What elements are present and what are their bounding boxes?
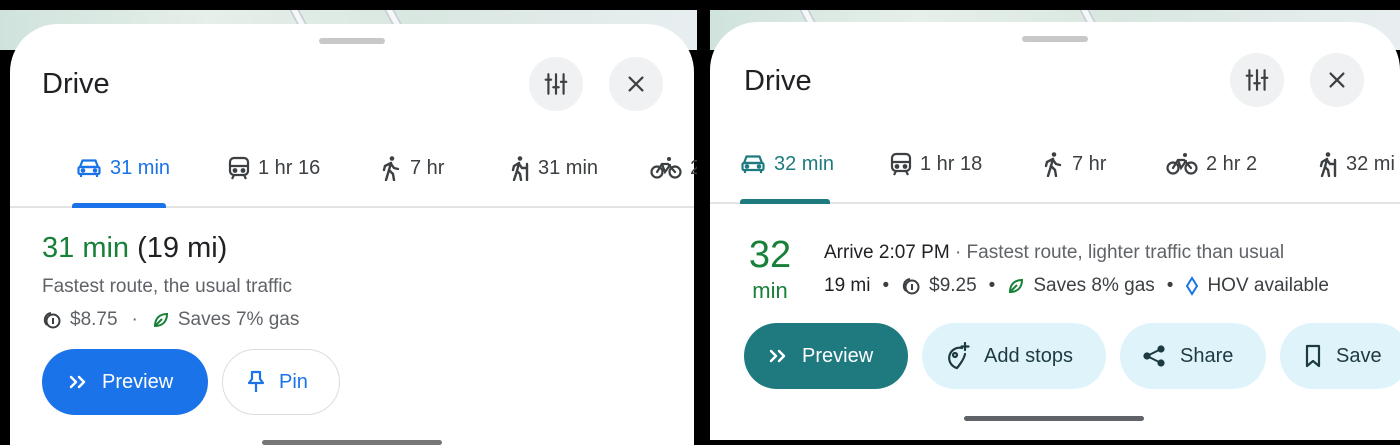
detail-separator: •	[882, 275, 890, 296]
tab-transit-label: 1 hr 18	[920, 152, 983, 175]
gas-savings: Saves 8% gas	[1033, 275, 1155, 296]
train-icon	[890, 152, 912, 176]
tab-transit[interactable]: 1 hr 18	[890, 124, 982, 204]
wheelchair-hiker-icon	[1319, 152, 1337, 177]
gas-savings: Saves 7% gas	[177, 309, 300, 330]
bike-icon	[650, 157, 682, 179]
car-icon	[741, 155, 765, 173]
directions-sheet: Drive 32 min 1 hr 18 7 hr 2 hr 2 32 mi 3…	[710, 22, 1400, 440]
diamond-icon	[1186, 276, 1199, 296]
double-chevron-icon	[69, 375, 86, 389]
duration-value: 32	[748, 234, 792, 276]
close-icon	[628, 76, 644, 92]
save-button[interactable]: Save	[1280, 323, 1400, 389]
toll-icon	[902, 278, 920, 295]
add-stops-label: Add stops	[984, 344, 1073, 367]
tab-bike[interactable]: 2	[650, 128, 697, 208]
leaf-icon	[1009, 278, 1024, 294]
bike-icon	[1166, 153, 1198, 175]
route-options-button[interactable]	[1230, 53, 1284, 107]
toll-price: $8.75	[70, 309, 118, 330]
walk-icon	[1044, 152, 1062, 177]
share-button[interactable]: Share	[1120, 323, 1266, 389]
leaf-icon	[153, 312, 168, 328]
pin-label: Pin	[279, 370, 308, 393]
travel-mode-tabs: 32 min 1 hr 18 7 hr 2 hr 2 32 mi	[710, 124, 1400, 204]
drag-handle[interactable]	[1022, 36, 1088, 42]
wheelchair-hiker-icon	[511, 156, 529, 181]
drag-handle[interactable]	[319, 38, 385, 44]
tab-walk[interactable]: 7 hr	[1042, 124, 1106, 204]
route-options-button[interactable]	[529, 57, 583, 111]
tab-bike-label: 2	[690, 156, 697, 179]
close-button[interactable]	[1310, 53, 1364, 107]
route-distance: (19 mi)	[137, 232, 228, 264]
car-icon	[77, 159, 101, 177]
route-distance: 19 mi	[824, 275, 871, 296]
add-location-icon	[948, 342, 970, 370]
share-icon	[1143, 345, 1165, 367]
selected-tab-indicator	[72, 203, 166, 208]
tab-bike-label: 2 hr 2	[1206, 152, 1258, 175]
tab-accessible-label: 31 min	[538, 156, 599, 179]
left-screen: Drive 31 min 1 hr 16 7 hr 31 min 2 31 mi…	[0, 0, 697, 445]
preview-button[interactable]: Preview	[744, 323, 908, 389]
travel-mode-tabs: 31 min 1 hr 16 7 hr 31 min 2	[10, 128, 697, 208]
preview-label: Preview	[102, 370, 174, 393]
tab-walk-label: 7 hr	[1072, 152, 1107, 175]
tab-transit-label: 1 hr 16	[258, 156, 321, 179]
pin-icon	[247, 370, 265, 392]
tab-drive-label: 31 min	[110, 156, 171, 179]
mode-title: Drive	[42, 68, 110, 100]
route-details: $8.75 · Saves 7% gas	[42, 309, 299, 331]
detail-separator: •	[1166, 275, 1174, 296]
toll-icon	[43, 312, 61, 329]
close-button[interactable]	[609, 57, 663, 111]
detail-separator: ·	[131, 309, 138, 330]
tab-bike[interactable]: 2 hr 2	[1166, 124, 1257, 204]
tab-drive[interactable]: 32 min	[740, 124, 834, 204]
route-description: · Fastest route, lighter traffic than us…	[954, 242, 1285, 263]
close-icon	[1329, 72, 1345, 88]
toll-price: $9.25	[929, 275, 977, 296]
selected-tab-indicator	[740, 199, 830, 204]
double-chevron-icon	[769, 349, 786, 363]
train-icon	[228, 156, 250, 180]
hov-status: HOV available	[1207, 275, 1329, 296]
preview-label: Preview	[802, 344, 874, 367]
bookmark-icon	[1305, 344, 1321, 368]
tab-accessible[interactable]: 31 min	[506, 128, 598, 208]
pin-button[interactable]: Pin	[222, 349, 340, 415]
save-label: Save	[1336, 344, 1382, 367]
detail-separator: •	[988, 275, 996, 296]
mode-title: Drive	[744, 65, 812, 97]
tab-accessible-label: 32 mi	[1346, 152, 1395, 175]
route-description: Fastest route, the usual traffic	[42, 276, 292, 297]
share-label: Share	[1180, 344, 1234, 367]
tab-drive[interactable]: 31 min	[76, 128, 170, 208]
route-arrival-line: Arrive 2:07 PM · Fastest route, lighter …	[824, 242, 1284, 264]
route-duration: 31 min	[42, 232, 130, 264]
tab-drive-label: 32 min	[774, 152, 835, 175]
route-duration: 32 min	[748, 234, 792, 306]
route-details: 19 mi • $9.25 • Saves 8% gas • HOV avail…	[824, 275, 1329, 297]
arrival-time: Arrive 2:07 PM	[824, 242, 950, 263]
tab-accessible[interactable]: 32 mi	[1314, 124, 1395, 204]
walk-icon	[382, 156, 400, 181]
route-summary: 31 min (19 mi)	[42, 232, 227, 265]
duration-unit: min	[752, 278, 788, 303]
home-indicator	[964, 416, 1144, 421]
directions-sheet: Drive 31 min 1 hr 16 7 hr 31 min 2 31 mi…	[10, 24, 697, 445]
sliders-icon	[1245, 69, 1269, 91]
right-screen: Drive 32 min 1 hr 18 7 hr 2 hr 2 32 mi 3…	[710, 0, 1400, 440]
sliders-icon	[544, 73, 568, 95]
home-indicator	[262, 440, 442, 445]
tab-transit[interactable]: 1 hr 16	[228, 128, 320, 208]
add-stops-button[interactable]: Add stops	[922, 323, 1106, 389]
preview-button[interactable]: Preview	[42, 349, 208, 415]
tab-walk[interactable]: 7 hr	[380, 128, 444, 208]
tab-walk-label: 7 hr	[410, 156, 445, 179]
